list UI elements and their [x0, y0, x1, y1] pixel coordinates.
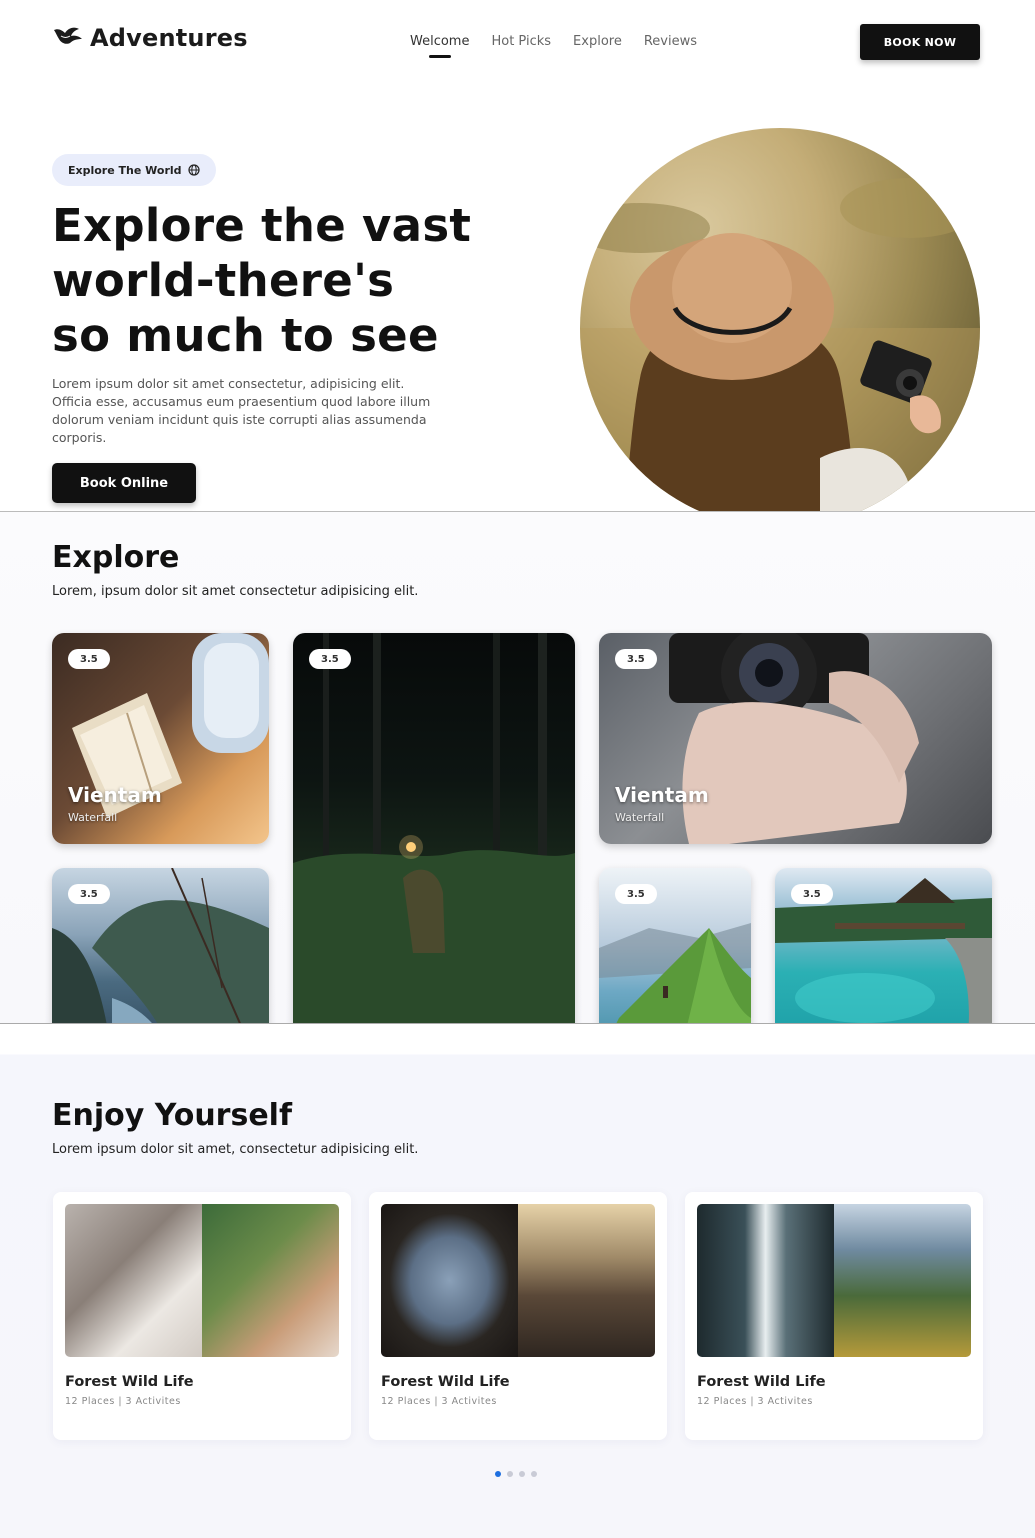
rating-badge: 3.5 — [615, 884, 657, 904]
enjoy-tile[interactable]: Forest Wild Life 12 Places | 3 Activites — [685, 1192, 983, 1440]
badge-label: Explore The World — [68, 163, 182, 177]
tile-meta: 12 Places | 3 Activites — [65, 1396, 181, 1407]
hero-section: Explore The World Explore the vast world… — [0, 82, 1035, 512]
card-subtitle: Waterfall — [68, 811, 118, 824]
explore-section: Explore Lorem, ipsum dolor sit amet cons… — [0, 512, 1035, 1024]
carousel-pagination — [495, 1471, 537, 1477]
tile-photo-photographers — [65, 1204, 339, 1357]
tile-photo-window-coffee — [381, 1204, 655, 1357]
book-now-button[interactable]: BOOK NOW — [860, 24, 980, 60]
card-title: Vientam — [68, 783, 162, 807]
bird-logo-icon — [54, 27, 82, 44]
globe-icon — [187, 164, 200, 176]
explore-card-camera-hands[interactable]: 3.5 Vientam Waterfall — [599, 633, 992, 844]
hero-heading-line-3: so much to see — [52, 309, 439, 362]
nav-explore[interactable]: Explore — [573, 34, 622, 49]
enjoy-tile[interactable]: Forest Wild Life 12 Places | 3 Activites — [369, 1192, 667, 1440]
explore-card-mountain-ridge[interactable]: 3.5 — [599, 868, 751, 1023]
enjoy-section: Enjoy Yourself Lorem ipsum dolor sit ame… — [0, 1024, 1035, 1538]
rating-badge: 3.5 — [309, 649, 351, 669]
rating-badge: 3.5 — [68, 884, 110, 904]
explore-card-dark-forest[interactable]: 3.5 — [293, 633, 575, 1023]
brand-name: Adventures — [90, 24, 248, 52]
explore-world-badge: Explore The World — [52, 154, 216, 186]
explore-title: Explore — [52, 540, 180, 575]
explore-subtitle: Lorem, ipsum dolor sit amet consectetur … — [52, 584, 419, 599]
explore-card-fjord[interactable]: 3.5 — [52, 868, 269, 1023]
hero-description: Lorem ipsum dolor sit amet consectetur, … — [52, 376, 431, 445]
carousel-dot-2[interactable] — [507, 1471, 513, 1477]
carousel-dot-4[interactable] — [531, 1471, 537, 1477]
tile-title: Forest Wild Life — [65, 1374, 194, 1390]
tile-meta: 12 Places | 3 Activites — [697, 1396, 813, 1407]
site-header: Adventures Welcome Hot Picks Explore Rev… — [0, 0, 1035, 82]
explore-card-airplane-reading[interactable]: 3.5 Vientam Waterfall — [52, 633, 269, 844]
enjoy-tile[interactable]: Forest Wild Life 12 Places | 3 Activites — [53, 1192, 351, 1440]
hero-heading: Explore the vast world-there's so much t… — [52, 198, 482, 363]
card-title: Vientam — [615, 783, 709, 807]
tile-title: Forest Wild Life — [381, 1374, 510, 1390]
tile-meta: 12 Places | 3 Activites — [381, 1396, 497, 1407]
explore-card-tropical-lagoon[interactable]: 3.5 — [775, 868, 992, 1023]
main-nav: Welcome Hot Picks Explore Reviews — [410, 34, 697, 58]
enjoy-title: Enjoy Yourself — [52, 1098, 293, 1133]
enjoy-subtitle: Lorem ipsum dolor sit amet, consectetur … — [52, 1142, 419, 1157]
nav-hot-picks[interactable]: Hot Picks — [491, 34, 551, 49]
rating-badge: 3.5 — [68, 649, 110, 669]
rating-badge: 3.5 — [791, 884, 833, 904]
rating-badge: 3.5 — [615, 649, 657, 669]
brand-logo[interactable]: Adventures — [52, 24, 248, 52]
card-subtitle: Waterfall — [615, 811, 665, 824]
carousel-dot-3[interactable] — [519, 1471, 525, 1477]
carousel-dot-1[interactable] — [495, 1471, 501, 1477]
nav-welcome[interactable]: Welcome — [410, 34, 469, 58]
book-online-button[interactable]: Book Online — [52, 463, 196, 503]
hero-traveler-photo — [580, 128, 980, 511]
hero-heading-line-2: world-there's — [52, 254, 395, 307]
nav-reviews[interactable]: Reviews — [644, 34, 697, 49]
tile-photo-waterfall-compass — [697, 1204, 971, 1357]
tile-title: Forest Wild Life — [697, 1374, 826, 1390]
hero-heading-line-1: Explore the vast — [52, 199, 472, 252]
